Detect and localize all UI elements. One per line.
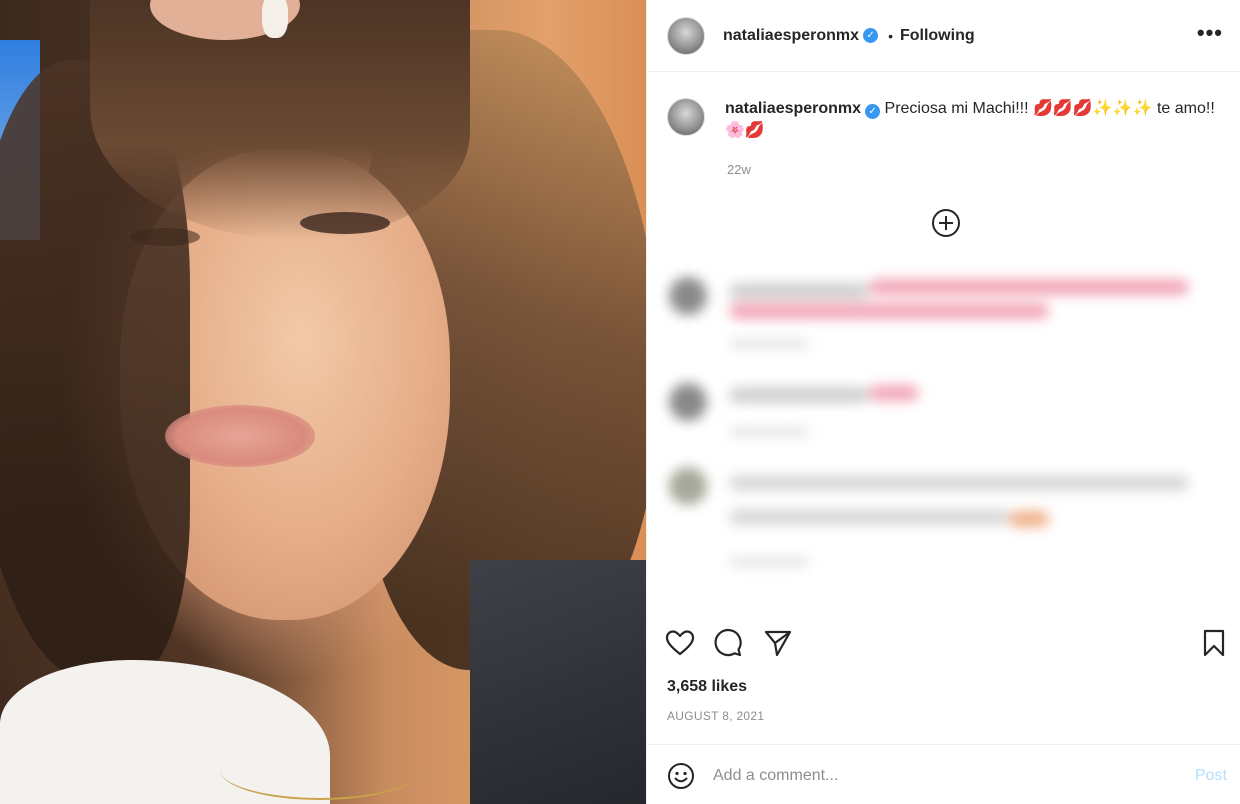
comment-meta-bar (729, 557, 809, 567)
more-icon[interactable]: ••• (1197, 22, 1223, 44)
caption-age[interactable]: 22w (727, 162, 751, 177)
share-icon[interactable] (763, 628, 793, 658)
comment-meta-bar (729, 339, 809, 349)
photo-seat (470, 560, 646, 804)
blurred-comments (653, 245, 1240, 613)
photo-eye (130, 228, 200, 246)
comment-avatar (669, 467, 707, 505)
likes-count[interactable]: 3,658 likes (667, 678, 747, 696)
emoji-icon[interactable] (667, 762, 695, 790)
post-comment-button[interactable]: Post (1195, 767, 1227, 785)
comment-username-bar (729, 387, 869, 403)
comment-text-bar (869, 279, 1189, 295)
comment-username-bar (729, 283, 869, 299)
post-date[interactable]: AUGUST 8, 2021 (667, 709, 764, 723)
load-more-icon[interactable] (930, 207, 962, 239)
post-sidebar: nataliaesperonmx ✓ • Following ••• natal… (646, 0, 1240, 804)
post-photo[interactable] (0, 0, 646, 804)
avatar[interactable] (667, 98, 705, 136)
header-separator: • (888, 27, 893, 44)
comment-text-bar (729, 303, 1049, 319)
caption-username[interactable]: nataliaesperonmx (725, 100, 861, 117)
header-username[interactable]: nataliaesperonmx (723, 27, 859, 45)
comment-text-bar (729, 509, 1009, 525)
comment-avatar (669, 383, 707, 421)
comment-avatar (669, 277, 707, 315)
caption: nataliaesperonmx ✓ Preciosa mi Machi!!! 💋… (667, 98, 1227, 142)
comment-text-bar (729, 475, 1189, 491)
caption-text: nataliaesperonmx ✓ Preciosa mi Machi!!! 💋… (725, 98, 1225, 142)
following-button[interactable]: Following (900, 27, 975, 45)
heart-icon[interactable] (665, 628, 695, 658)
comment-input[interactable] (713, 763, 1153, 789)
comment-text-bar (869, 385, 919, 401)
photo-eye (300, 212, 390, 234)
photo-necklace (220, 740, 420, 800)
photo-fingernail (262, 0, 288, 38)
comment-meta-bar (729, 427, 809, 437)
post-modal: nataliaesperonmx ✓ • Following ••• natal… (0, 0, 1240, 804)
verified-icon: ✓ (863, 28, 879, 43)
save-icon[interactable] (1199, 628, 1229, 658)
photo-lips (165, 405, 315, 467)
verified-icon: ✓ (865, 104, 881, 119)
comment-icon[interactable] (713, 628, 743, 658)
action-bar (647, 612, 1240, 672)
avatar[interactable] (667, 16, 705, 55)
post-header: nataliaesperonmx ✓ • Following ••• (647, 0, 1240, 72)
comment-emoji-blob (1009, 511, 1049, 527)
comment-box: Post (647, 744, 1240, 804)
